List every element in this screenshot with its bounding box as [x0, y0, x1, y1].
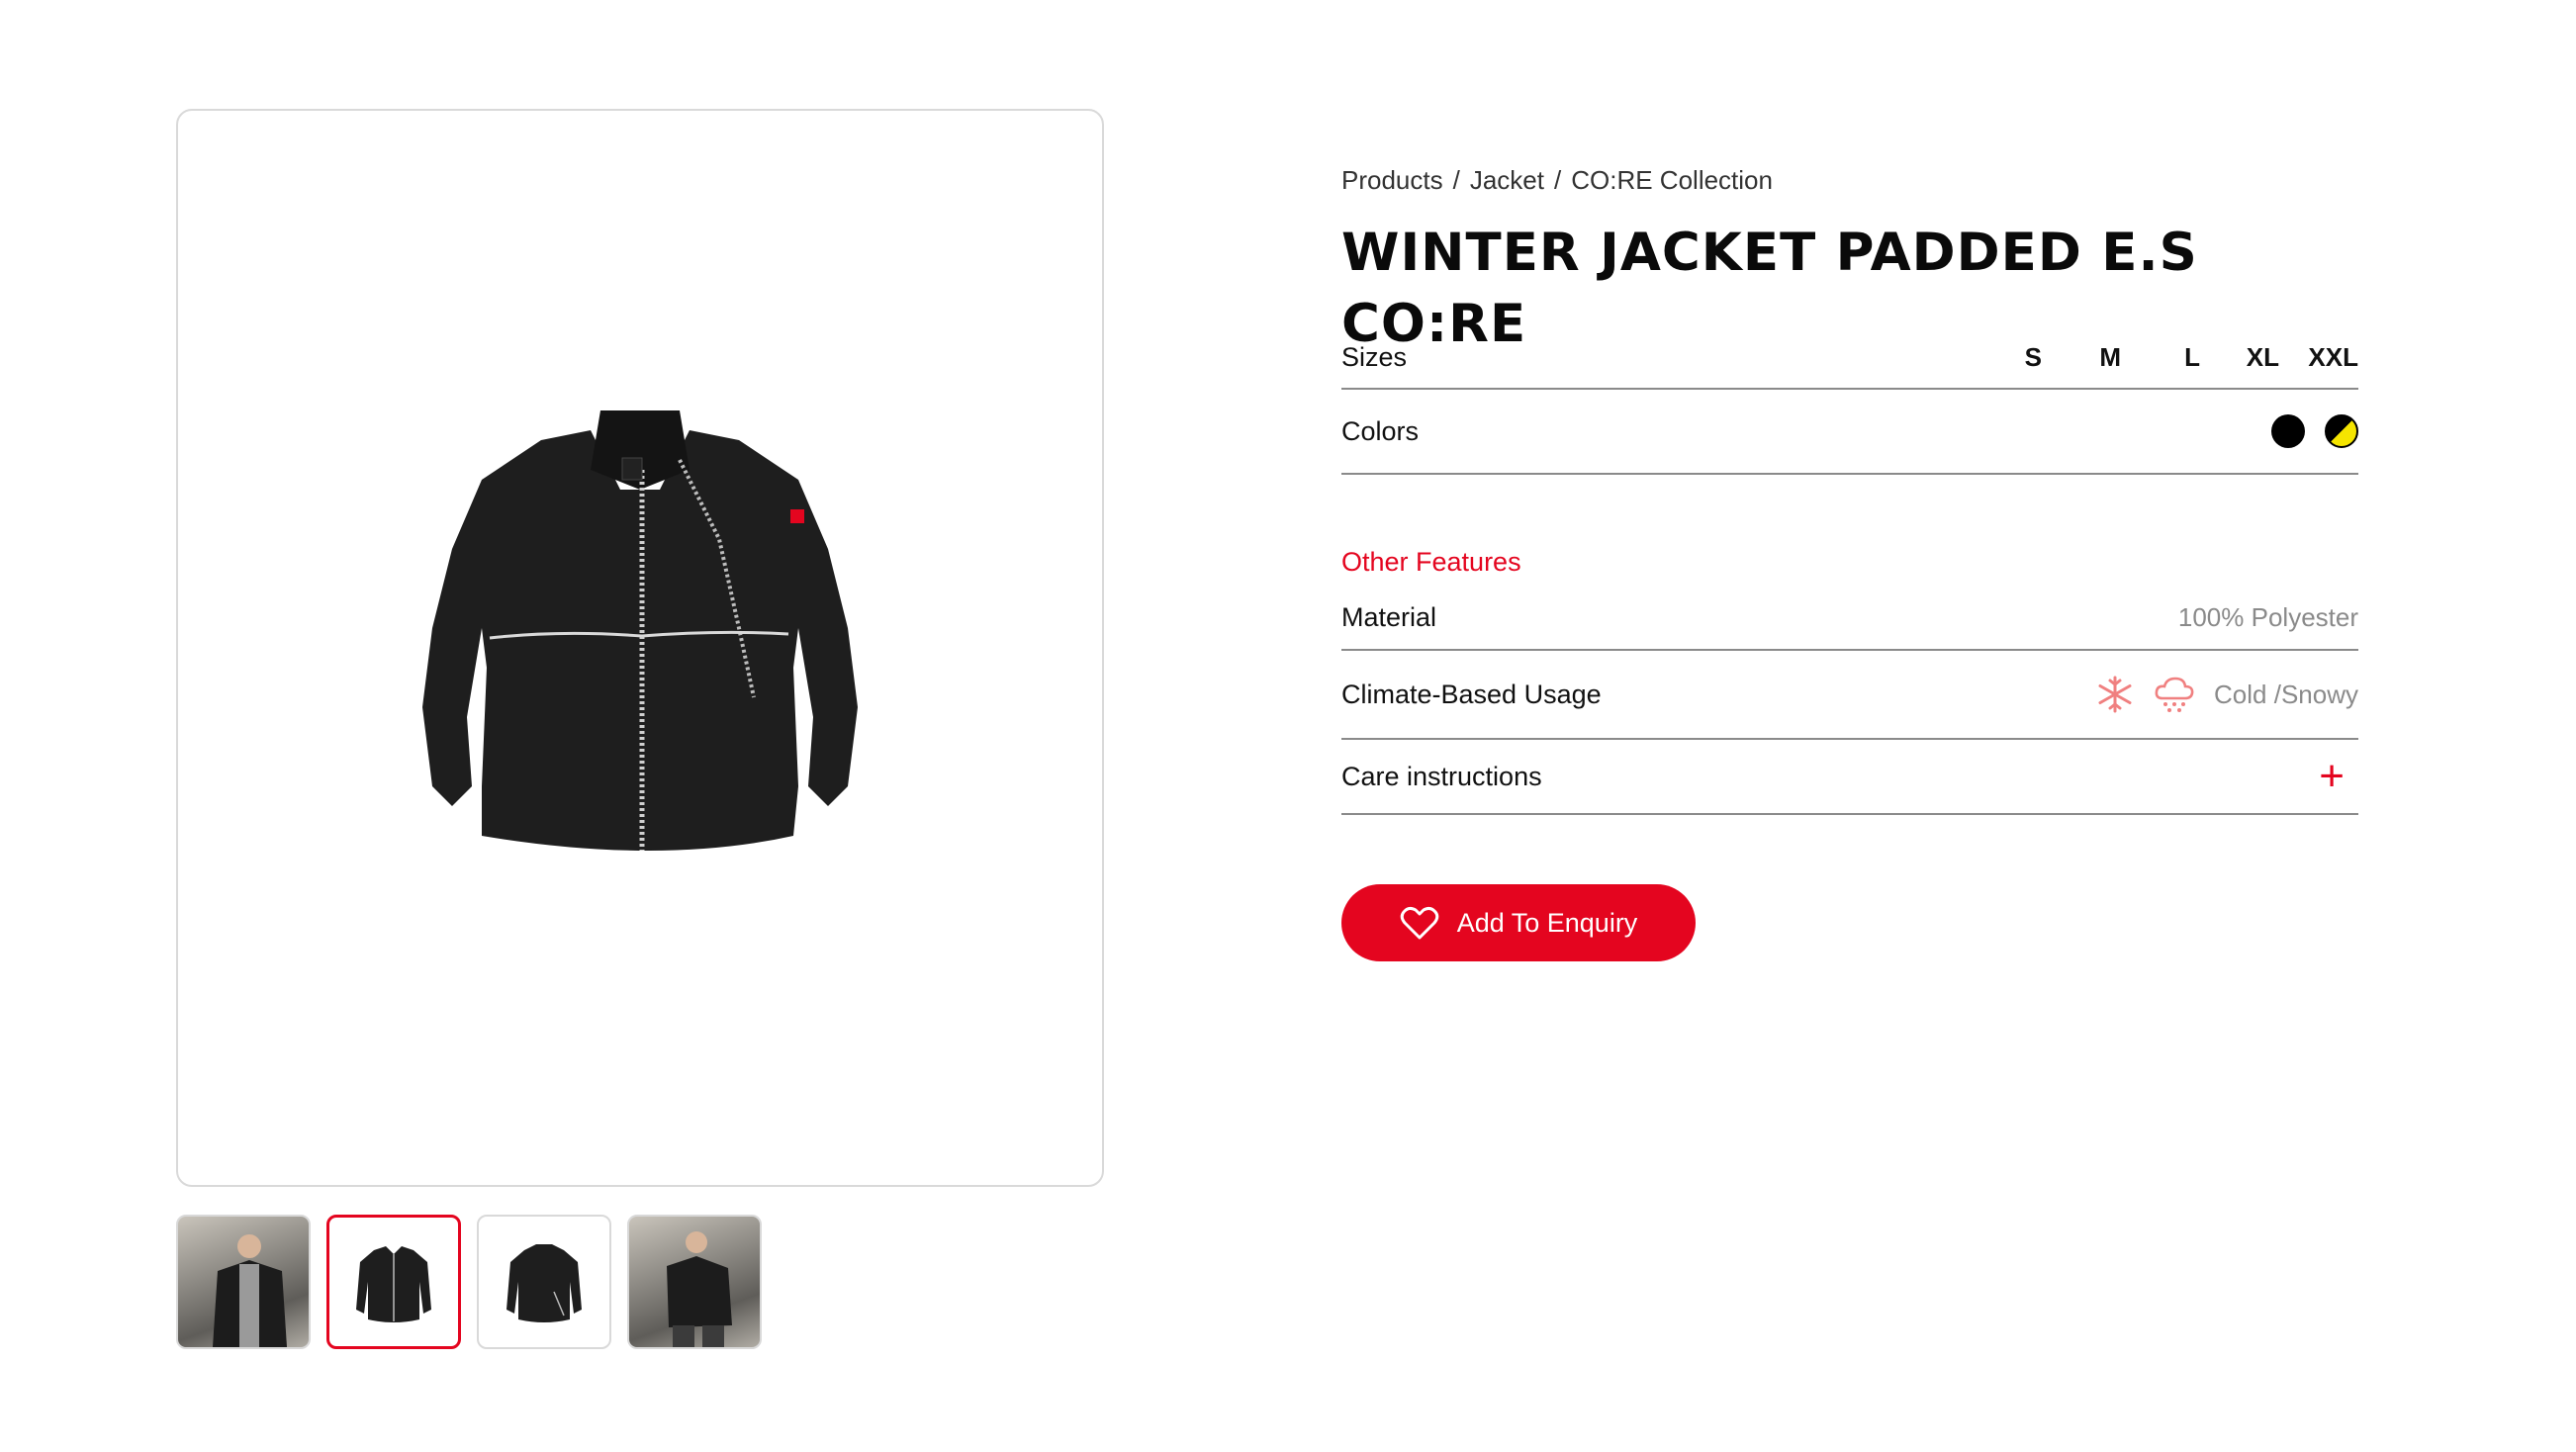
colors-row: Colors [1341, 390, 2358, 475]
breadcrumb-separator: / [1554, 165, 1562, 195]
size-option-l[interactable]: L [2121, 342, 2200, 373]
jacket-front-thumbnail-icon [356, 1246, 431, 1322]
other-features-heading: Other Features [1341, 547, 1521, 577]
product-details: Products / Jacket / CO:RE Collection WIN… [1341, 158, 2358, 961]
expand-plus-icon[interactable]: + [2319, 755, 2358, 798]
climate-label: Climate-Based Usage [1341, 679, 1602, 709]
thumbnail-jacket-back[interactable] [477, 1215, 611, 1349]
climate-row: Climate-Based Usage Cold /Snowy [1341, 651, 2358, 740]
material-label: Material [1341, 602, 1437, 632]
size-options: S M L XL XXL [1963, 342, 2358, 373]
heart-icon [1400, 906, 1438, 940]
add-to-enquiry-label: Add To Enquiry [1456, 907, 1638, 938]
breadcrumb: Products / Jacket / CO:RE Collection [1341, 158, 2358, 202]
thumbnail-jacket-front[interactable] [326, 1215, 461, 1349]
material-value: 100% Polyester [2177, 602, 2358, 632]
breadcrumb-products[interactable]: Products [1341, 158, 1443, 202]
material-row: Material 100% Polyester [1341, 582, 2358, 651]
thumbnail-strip [176, 1215, 762, 1349]
product-title: WINTER JACKET PADDED E.S CO:RE [1341, 223, 2198, 354]
main-product-image[interactable] [176, 109, 1104, 1187]
snow-cloud-icon [2155, 677, 2194, 712]
care-instructions-label: Care instructions [1341, 761, 1542, 791]
colors-label: Colors [1341, 415, 1420, 446]
add-to-enquiry-button[interactable]: Add To Enquiry [1341, 884, 1696, 961]
care-instructions-row[interactable]: Care instructions + [1341, 740, 2358, 815]
color-swatch-black-yellow[interactable] [2325, 414, 2358, 448]
sizes-label: Sizes [1341, 341, 1408, 372]
thumbnail-model-front[interactable] [176, 1215, 311, 1349]
size-option-s[interactable]: S [1963, 342, 2042, 373]
size-option-m[interactable]: M [2042, 342, 2121, 373]
size-option-xl[interactable]: XL [2200, 342, 2279, 373]
climate-info: Cold /Snowy [2095, 675, 2358, 714]
color-swatch-black[interactable] [2271, 414, 2305, 448]
size-option-xxl[interactable]: XXL [2279, 342, 2358, 373]
jacket-image [422, 410, 858, 851]
thumbnail-model-side[interactable] [627, 1215, 762, 1349]
breadcrumb-collection[interactable]: CO:RE Collection [1571, 158, 1773, 202]
snowflake-icon [2098, 676, 2132, 713]
breadcrumb-jacket[interactable]: Jacket [1470, 158, 1544, 202]
color-swatches [2271, 414, 2358, 448]
model-photo-icon [667, 1231, 732, 1347]
model-photo-icon [213, 1234, 287, 1347]
breadcrumb-separator: / [1452, 165, 1460, 195]
jacket-back-thumbnail-icon [506, 1244, 582, 1322]
climate-value: Cold /Snowy [2214, 679, 2358, 709]
